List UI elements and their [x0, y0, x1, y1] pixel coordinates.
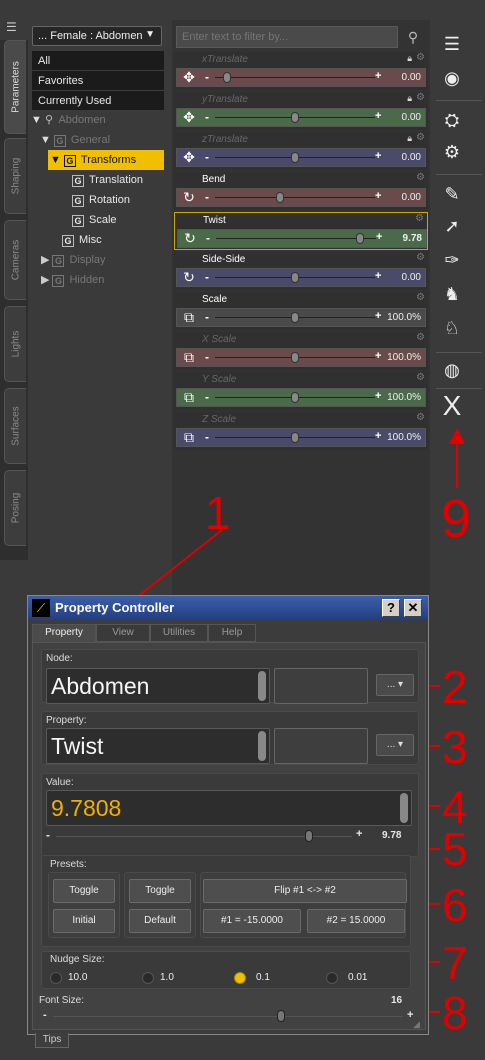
value-slider-handle[interactable]	[304, 830, 313, 842]
preset-2-button[interactable]: #2 = 15.0000	[307, 909, 405, 933]
property-group: Property: Twist ... ▾	[41, 711, 419, 765]
preset-buttons-group-3: Flip #1 <-> #2 #1 = -15.0000 #2 = 15.000…	[200, 872, 407, 938]
toggle-button-2[interactable]: Toggle	[129, 879, 191, 903]
property-value: Twist	[51, 733, 104, 759]
spinner-icon[interactable]	[400, 793, 408, 823]
font-size-slider-handle[interactable]	[277, 1010, 285, 1022]
annotation-number: 1	[205, 487, 231, 539]
value-group: Value: 9.7808 - + 9.78	[41, 773, 419, 857]
annotation-number: 2	[442, 661, 468, 713]
tab-content: Node: Abdomen ... ▾ Property: Twist ... …	[32, 642, 426, 1030]
spinner-icon[interactable]	[258, 671, 266, 701]
property-controller-window: ⟋ Property Controller ? ✕ Property View …	[27, 595, 429, 1035]
flip-presets-button[interactable]: Flip #1 <-> #2	[203, 879, 407, 903]
annotation-number: 3	[442, 721, 468, 773]
value-slider-readout: 9.78	[382, 830, 402, 841]
annotation-number: 9	[441, 489, 472, 549]
font-minus-label: -	[43, 1009, 47, 1021]
presets-label: Presets:	[50, 859, 87, 870]
nudge-option-label: 10.0	[68, 972, 88, 983]
tab-utilities[interactable]: Utilities	[150, 624, 208, 642]
preset-1-button[interactable]: #1 = -15.0000	[203, 909, 301, 933]
spinner-icon[interactable]	[258, 731, 266, 761]
value-label: Value:	[46, 777, 74, 788]
value-number: 9.7808	[51, 795, 122, 821]
tab-tips[interactable]: Tips	[35, 1033, 69, 1048]
app-logo-icon: ⟋	[32, 599, 50, 617]
nudge-radio-1[interactable]	[142, 972, 154, 984]
nudge-option-label: 0.01	[348, 972, 368, 983]
annotation-number: 5	[442, 823, 468, 875]
resize-grip-icon[interactable]: ◢	[413, 1019, 423, 1029]
default-button[interactable]: Default	[129, 909, 191, 933]
property-label: Property:	[46, 715, 87, 726]
nudge-radio-0-1[interactable]	[234, 972, 246, 984]
node-field[interactable]: Abdomen	[46, 668, 270, 704]
tab-view[interactable]: View	[96, 624, 150, 642]
preset-buttons-group-2: Toggle Default	[124, 872, 196, 938]
window-titlebar[interactable]: ⟋ Property Controller ? ✕	[28, 596, 428, 620]
tab-help[interactable]: Help	[208, 624, 256, 642]
tab-property[interactable]: Property	[32, 624, 96, 642]
value-field[interactable]: 9.7808	[46, 790, 412, 826]
annotation-number: 8	[442, 987, 468, 1039]
node-label: Node:	[46, 653, 73, 664]
property-field[interactable]: Twist	[46, 728, 270, 764]
help-button[interactable]: ?	[382, 599, 400, 617]
property-options-button[interactable]: ... ▾	[376, 734, 414, 756]
nudge-radio-10[interactable]	[50, 972, 62, 984]
annotation-number: 6	[442, 879, 468, 931]
presets-group: Presets: Toggle Initial Toggle Default F…	[41, 855, 411, 947]
font-size-label: Font Size:	[39, 995, 85, 1006]
toggle-button-1[interactable]: Toggle	[53, 879, 115, 903]
nudge-size-group: Nudge Size: 10.0 1.0 0.1 0.01	[41, 951, 411, 989]
node-group: Node: Abdomen ... ▾	[41, 649, 419, 704]
font-size-slider-track[interactable]	[53, 1016, 403, 1017]
font-size-value: 16	[391, 995, 403, 1006]
value-plus-label: +	[356, 828, 363, 840]
annotation-number: 7	[442, 937, 468, 989]
nudge-radio-0-01[interactable]	[326, 972, 338, 984]
nudge-size-label: Nudge Size:	[50, 954, 105, 965]
value-minus-label: -	[46, 828, 50, 842]
node-extra-button[interactable]	[274, 668, 368, 704]
property-extra-button[interactable]	[274, 728, 368, 764]
preset-buttons-group-1: Toggle Initial	[48, 872, 120, 938]
close-button[interactable]: ✕	[404, 599, 422, 617]
nudge-option-label: 0.1	[256, 972, 270, 983]
node-value: Abdomen	[51, 673, 150, 699]
nudge-option-label: 1.0	[160, 972, 174, 983]
window-title: Property Controller	[55, 600, 175, 615]
initial-button[interactable]: Initial	[53, 909, 115, 933]
node-options-button[interactable]: ... ▾	[376, 674, 414, 696]
